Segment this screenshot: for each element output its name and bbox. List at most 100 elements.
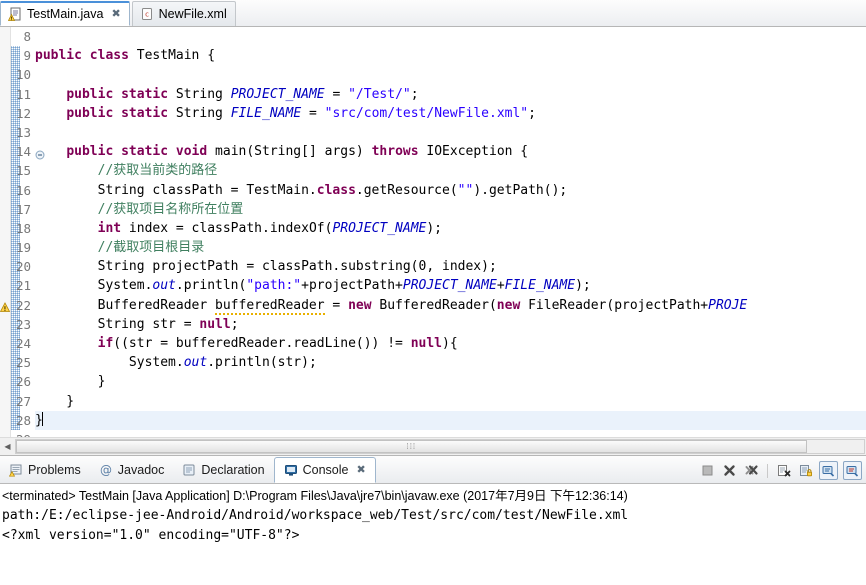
code-token: = <box>324 86 349 102</box>
code-line[interactable]: int index = classPath.indexOf(PROJECT_NA… <box>35 219 866 238</box>
clear-console-button[interactable] <box>775 462 792 479</box>
terminate-button[interactable] <box>699 462 716 479</box>
code-line[interactable]: System.out.println("path:"+projectPath+P… <box>35 276 866 295</box>
code-token: null <box>410 336 443 351</box>
code-line[interactable]: } <box>35 372 866 391</box>
code-token: } <box>35 393 75 409</box>
source-code-area[interactable]: public class TestMain { public static St… <box>35 27 866 437</box>
display-selected-console-button[interactable] <box>843 461 862 480</box>
code-line[interactable]: BufferedReader bufferedReader = new Buff… <box>35 296 866 315</box>
view-tab-problems[interactable]: Problems <box>0 457 90 483</box>
code-token: out <box>183 355 208 371</box>
line-number: 17 <box>15 201 31 217</box>
code-line[interactable]: } <box>35 392 866 411</box>
problems-icon <box>9 463 23 477</box>
code-token: public <box>66 144 114 160</box>
code-token: new <box>348 297 372 313</box>
code-line[interactable]: } <box>35 410 866 430</box>
code-line[interactable]: String projectPath = classPath.substring… <box>35 257 866 276</box>
console-line: <?xml version="1.0" encoding="UTF-8"?> <box>2 528 300 543</box>
declaration-icon <box>182 463 196 477</box>
scroll-lock-button[interactable] <box>797 462 814 479</box>
line-number: 23 <box>15 316 31 332</box>
code-token: //截取项目根目录 <box>97 240 205 256</box>
editor-horizontal-scrollbar[interactable]: ◀ ⁞⁞⁞ <box>0 437 866 455</box>
code-token: +projectPath+ <box>301 278 403 294</box>
scroll-left-arrow-icon[interactable]: ◀ <box>0 439 15 454</box>
code-token: FILE_NAME <box>230 105 302 121</box>
code-line[interactable]: public static String PROJECT_NAME = "/Te… <box>35 85 866 104</box>
code-editor[interactable]: 8 9 10 11 12 13 14 15 16 17 18 19 20 21 22 23 24 25 26 27 28… <box>0 27 866 437</box>
code-token: FileReader(projectPath+ <box>520 297 709 313</box>
scrollbar-thumb[interactable]: ⁞⁞⁞ <box>16 440 807 453</box>
code-line[interactable] <box>35 123 866 142</box>
code-token: ; <box>528 105 536 121</box>
javadoc-icon: @ <box>99 463 113 477</box>
close-icon[interactable]: ✖ <box>111 8 120 20</box>
line-number: 21 <box>15 278 31 294</box>
editor-tab-newfile-xml[interactable]: c NewFile.xml <box>131 1 236 26</box>
code-token: index = classPath.indexOf( <box>121 220 333 236</box>
code-token: static <box>121 105 169 121</box>
code-line[interactable] <box>35 430 866 437</box>
view-tab-javadoc[interactable]: @ Javadoc <box>90 457 174 483</box>
code-token: int <box>97 220 122 236</box>
line-number-gutter: 8 9 10 11 12 13 14 15 16 17 18 19 20 21 22 23 24 25 26 27 28… <box>0 27 45 437</box>
code-line[interactable]: public class TestMain { <box>35 46 866 65</box>
line-number: 20 <box>15 259 31 275</box>
remove-all-terminated-button[interactable] <box>743 462 760 479</box>
editor-tab-testmain-java[interactable]: TestMain.java ✖ <box>0 1 130 26</box>
line-number: 27 <box>15 393 31 409</box>
console-output[interactable]: <terminated> TestMain [Java Application]… <box>0 484 866 585</box>
code-token: public <box>66 86 114 102</box>
scrollbar-grip: ⁞⁞⁞ <box>406 442 417 451</box>
code-line[interactable]: String classPath = TestMain.class.getRes… <box>35 181 866 200</box>
code-line[interactable] <box>35 65 866 84</box>
code-token: FILE_NAME <box>504 278 576 294</box>
console-icon <box>284 463 298 477</box>
code-line[interactable]: if((str = bufferedReader.readLine()) != … <box>35 334 866 353</box>
code-token: System. <box>35 355 184 371</box>
code-token: PROJECT_NAME <box>402 278 497 294</box>
code-token: out <box>152 278 176 294</box>
code-line[interactable]: //截取项目根目录 <box>35 238 866 257</box>
svg-text:@: @ <box>100 463 112 477</box>
code-token: static <box>121 144 169 160</box>
code-token: main(String[] args) <box>207 144 372 160</box>
remove-launch-button[interactable] <box>721 462 738 479</box>
close-icon[interactable]: ✖ <box>356 464 365 476</box>
code-line[interactable]: public static void main(String[] args) t… <box>35 142 866 161</box>
code-token: PROJE <box>708 297 748 313</box>
view-tab-declaration[interactable]: Declaration <box>173 457 273 483</box>
code-token: BufferedReader <box>35 297 216 313</box>
pin-console-button[interactable] <box>819 461 838 480</box>
console-line: path:/E:/eclipse-jee-Android/Android/wor… <box>2 508 629 523</box>
code-token: //获取当前类的路径 <box>97 163 218 179</box>
editor-tab-label: NewFile.xml <box>158 7 227 21</box>
code-token: String <box>168 86 231 102</box>
editor-annotation-ruler[interactable] <box>0 27 11 437</box>
scrollbar-track[interactable]: ⁞⁞⁞ <box>15 439 865 454</box>
code-token: = <box>301 105 325 121</box>
code-token: .getResource( <box>355 182 458 198</box>
code-token: new <box>496 297 521 313</box>
bottom-view-stack: Problems @ Javadoc Declaration Console ✖… <box>0 455 866 585</box>
code-line[interactable]: //获取项目名称所在位置 <box>35 200 866 219</box>
line-number: 16 <box>15 182 31 198</box>
code-token: ; <box>230 316 239 332</box>
code-token: IOException { <box>418 144 529 160</box>
view-tab-console[interactable]: Console ✖ <box>273 457 376 483</box>
code-line[interactable]: public static String FILE_NAME = "src/co… <box>35 104 866 123</box>
code-token: "" <box>457 182 474 198</box>
code-token: BufferedReader( <box>371 297 497 313</box>
code-line[interactable]: //获取当前类的路径 <box>35 161 866 180</box>
code-line[interactable]: System.out.println(str); <box>35 353 866 372</box>
code-line[interactable] <box>35 27 866 46</box>
code-line[interactable]: String str = null; <box>35 315 866 334</box>
